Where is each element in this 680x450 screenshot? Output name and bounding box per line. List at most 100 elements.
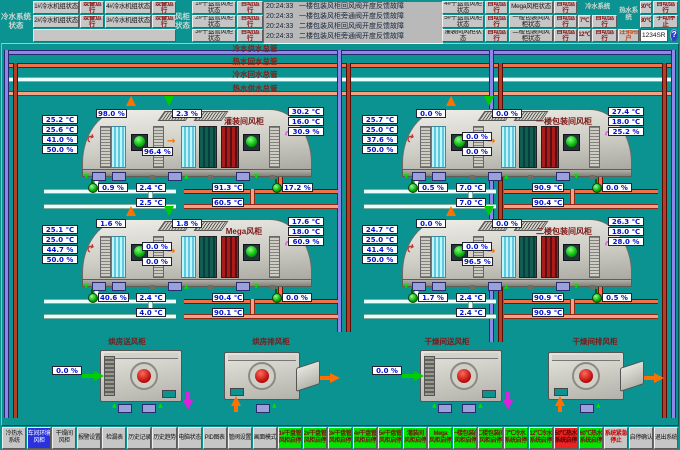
toolbar-button[interactable]: 4#干盘管风柜启停	[353, 427, 377, 449]
toolbar-button[interactable]: 12℃冷水系统启停	[529, 427, 553, 449]
filling-ahu-run-status[interactable]: 自动运行	[485, 29, 508, 42]
chiller-2-run-status[interactable]: 设备运行	[80, 15, 104, 28]
chw-valve-icon[interactable]	[408, 183, 418, 193]
mega-ahu-status-button[interactable]: Mega风柜状态	[509, 1, 553, 14]
hw-valve-icon[interactable]	[272, 183, 282, 193]
hw-valve-icon[interactable]	[272, 293, 282, 303]
green-arrow-icon: ▼	[84, 283, 89, 290]
drycoil-5-status-button[interactable]: 5#干盘管风柜状态	[442, 15, 484, 28]
drycoil-3-run-status[interactable]: 自动运行	[237, 29, 263, 42]
ahu-left-readouts: 25.1 ℃ 25.0 ℃ 44.7 % 50.0 %	[42, 225, 78, 265]
supply-fan-unit: 干燥间送风柜 0.0 % ▲ ▲	[372, 336, 522, 422]
toolbar-button[interactable]: 冷热水系统	[2, 427, 26, 449]
toolbar-button-label: 风柜启停	[404, 438, 426, 445]
toolbar-button[interactable]: 50℃热水系统启停	[554, 427, 578, 449]
pack2-ahu-status-button[interactable]: 二楼包装间风柜状态	[509, 29, 553, 42]
toolbar-button[interactable]: 检漏表	[102, 427, 126, 449]
hw-valve-icon[interactable]	[592, 183, 602, 193]
toolbar-button[interactable]: 5#干盘管风柜启停	[378, 427, 402, 449]
toolbar-button[interactable]: 车间环境风柜	[27, 427, 51, 449]
drycoil-2-status-button[interactable]: 2#干盘管风柜状态	[192, 15, 236, 28]
drycoil-1-status-button[interactable]: 1#干盘管风柜状态	[192, 1, 236, 14]
louver-panel	[589, 236, 600, 278]
motor-box	[556, 172, 570, 181]
chiller-4-status-button[interactable]: 4#冷水机组状态	[105, 1, 151, 14]
ahu-left-readout: 25.7 ℃	[362, 115, 398, 124]
chw-valve-icon[interactable]	[88, 183, 98, 193]
exhaust-fan-unit: 干燥间排风柜 ▲	[520, 336, 670, 422]
drycoil-1-run-status[interactable]: 自动运行	[237, 1, 263, 14]
chiller-1-run-status[interactable]: 设备运行	[80, 1, 104, 14]
help-icon[interactable]: ?	[670, 29, 678, 42]
toolbar-button[interactable]: 电脑状态	[178, 427, 202, 449]
drycoil-2-run-status[interactable]: 自动运行	[237, 15, 263, 28]
ahu-unit: 25.7 ℃ 25.0 ℃ 37.6 % 50.0 % 27.4 ℃ 18.0 …	[358, 103, 668, 215]
green-arrow-icon: ▼	[404, 283, 409, 290]
mega-ahu-run-status[interactable]: 自动运行	[554, 1, 577, 14]
hw-pipe	[184, 299, 338, 304]
logout-button[interactable]: 注销用户	[618, 29, 639, 42]
chiller-4-run-status[interactable]: 设备运行	[152, 1, 176, 14]
alarm-row: 20:24:33二楼包装风柜旁通阀开度反馈故障	[264, 32, 442, 42]
cold-water-run-status-1[interactable]: 自动运行	[592, 15, 617, 28]
inlet-slot	[230, 388, 244, 396]
magenta-arrow-icon	[503, 400, 513, 410]
toolbar-button-label: 风柜启停	[379, 438, 401, 445]
drycoil-3-status-button[interactable]: 3#干盘管风柜状态	[192, 29, 236, 42]
toolbar-button[interactable]: 干燥间风柜	[52, 427, 76, 449]
toolbar-button[interactable]: 7℃冷水系统启停	[504, 427, 528, 449]
chiller-3-status-button[interactable]: 3#冷水机组状态	[105, 15, 151, 28]
hw-valve-icon[interactable]	[592, 293, 602, 303]
toolbar-button[interactable]: 一楼包装间风柜启停	[453, 427, 477, 449]
pack1-ahu-run-status[interactable]: 自动运行	[554, 15, 577, 28]
toolbar-button[interactable]: 系统紧急停止	[604, 427, 628, 449]
toolbar-button[interactable]: 历史趋势	[152, 427, 176, 449]
exhaust-airflow-arrow-icon	[446, 206, 456, 216]
fan-unit-roof	[104, 353, 178, 359]
toolbar-button[interactable]: 报警设置	[77, 427, 101, 449]
hot-water-stop-status[interactable]: 手动停止	[653, 15, 678, 28]
toolbar-button[interactable]: 画面模式	[253, 427, 277, 449]
toolbar-button[interactable]: 管阀设置	[228, 427, 252, 449]
toolbar-button-label: 4#干盘管	[354, 431, 377, 438]
toolbar-button[interactable]: 1#干盘管风柜启停	[278, 427, 302, 449]
green-arrow-icon: ▲	[184, 173, 189, 180]
toolbar-button[interactable]: 2#干盘管风柜启停	[303, 427, 327, 449]
toolbar-button[interactable]: 启停确认	[629, 427, 653, 449]
damper-top-1: 0.0 %	[416, 219, 446, 228]
toolbar-button[interactable]: 退出系统	[654, 427, 678, 449]
toolbar-button[interactable]: 60℃热水系统启停	[579, 427, 603, 449]
chw-valve-icon[interactable]	[88, 293, 98, 303]
toolbar-button[interactable]: 3#干盘管风柜启停	[328, 427, 352, 449]
pack1-ahu-status-button[interactable]: 一楼包装间风柜状态	[509, 15, 553, 28]
toolbar-button-label: 系统紧急	[605, 431, 627, 438]
return-fan-icon	[563, 134, 580, 151]
filling-ahu-status-button[interactable]: 灌装间风柜状态	[442, 29, 484, 42]
hw-temp-2: 90.1 ℃	[212, 308, 244, 317]
toolbar-button[interactable]: 历史记录	[127, 427, 151, 449]
hot-water-run-status[interactable]: 自动运行	[653, 1, 678, 14]
toolbar-button[interactable]: PID图表	[203, 427, 227, 449]
pack2-ahu-run-status[interactable]: 自动运行	[554, 29, 577, 42]
chiller-1-status-button[interactable]: 1#冷水机组状态	[33, 1, 79, 14]
chw-return-temp: 2.4 ℃	[456, 308, 486, 317]
chw-valve-icon[interactable]	[408, 293, 418, 303]
drycoil-4-run-status[interactable]: 自动运行	[485, 1, 508, 14]
ahu-unit: 24.7 ℃ 25.0 ℃ 41.4 % 50.0 % 26.3 ℃ 18.0 …	[358, 213, 668, 325]
damper-top-1: 98.0 %	[96, 109, 127, 118]
cold-water-run-status-2[interactable]: 自动运行	[592, 29, 617, 42]
user-code-input[interactable]	[640, 29, 668, 42]
green-arrow-icon: ▲	[478, 402, 483, 409]
drycoil-4-status-button[interactable]: 4#干盘管风柜状态	[442, 1, 484, 14]
motor-box	[438, 404, 452, 413]
toolbar-button[interactable]: 二楼包装间风柜启停	[478, 427, 502, 449]
chiller-3-run-status[interactable]: 设备运行	[152, 15, 176, 28]
exhaust-air-arrow-icon	[330, 373, 340, 383]
exhaust-air-arrow-icon	[654, 373, 664, 383]
cold-water-setpoint-2: 12℃	[578, 29, 591, 42]
drycoil-5-run-status[interactable]: 自动运行	[485, 15, 508, 28]
toolbar-button[interactable]: 灌装间风柜启停	[403, 427, 427, 449]
chiller-2-status-button[interactable]: 2#冷水机组状态	[33, 15, 79, 28]
toolbar-button[interactable]: Mega风柜启停	[428, 427, 452, 449]
alarm-time: 20:24:33	[264, 2, 299, 12]
